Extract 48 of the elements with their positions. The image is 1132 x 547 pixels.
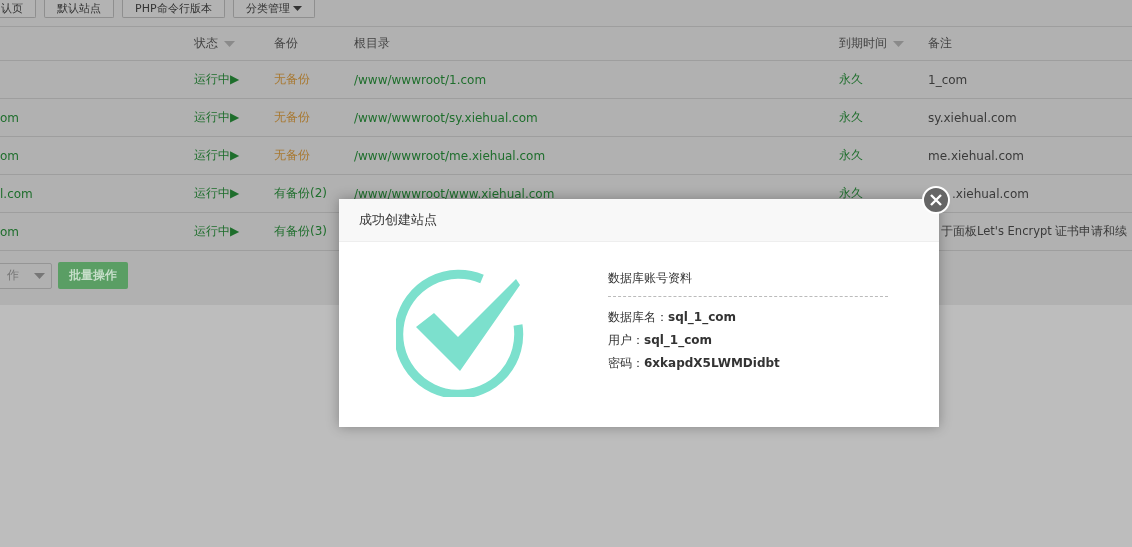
batch-button[interactable]: 批量操作 [58,262,128,289]
toolbar-button[interactable]: 认页 [0,0,36,18]
column-header[interactable]: 到期时间 [839,35,928,52]
dialog-title: 成功创建站点 [359,211,437,229]
note-text[interactable]: 于面板Let's Encrypt 证书申请和续 [941,224,1128,238]
backup-link[interactable]: 有备份(2) [274,186,327,200]
caret-icon [292,6,302,11]
caret-icon [893,40,904,47]
status-link[interactable]: 运行中▶ [194,72,240,86]
backup-link[interactable]: 有备份(3) [274,224,327,238]
root-path-link[interactable]: /www/wwwroot/www.xiehual.com [354,186,555,201]
status-link[interactable]: 运行中▶ [194,148,240,162]
caret-icon [34,272,45,279]
info-line: 密码：6xkapdX5LWMDidbt [608,355,781,372]
info-heading: 数据库账号资料 [608,270,888,297]
column-header[interactable]: 状态 [194,35,274,52]
expiry-text: 永久 [839,148,863,162]
info-line: 数据库名：sql_1_com [608,309,738,327]
site-name[interactable]: l.com [0,186,33,201]
caret-icon [224,40,235,47]
root-path-link[interactable]: /www/wwwroot/me.xiehual.com [354,148,546,163]
expiry-text: 永久 [839,72,863,86]
note-text[interactable]: sy.xiehual.com [928,110,1017,125]
site-name[interactable]: om [0,148,20,163]
site-name[interactable]: om [0,224,20,239]
note-text[interactable]: .xiehual.com [952,186,1029,201]
site-name[interactable]: om [0,110,20,125]
backup-link[interactable]: 无备份 [274,148,310,162]
toolbar-button[interactable]: 分类管理 [232,0,315,18]
status-link[interactable]: 运行中▶ [194,224,240,238]
note-text[interactable]: 1_com [928,72,968,87]
expiry-text: 永久 [839,186,863,200]
expiry-text: 永久 [839,110,863,124]
batch-select[interactable]: 作 [0,262,52,289]
root-path-link[interactable]: /www/wwwroot/1.com [354,72,487,87]
status-link[interactable]: 运行中▶ [194,186,240,200]
backup-link[interactable]: 无备份 [274,72,310,86]
toolbar-button[interactable]: PHP命令行版本 [122,0,225,18]
status-link[interactable]: 运行中▶ [194,110,240,124]
info-line: 用户：sql_1_com [608,332,714,350]
root-path-link[interactable]: /www/wwwroot/sy.xiehual.com [354,110,538,125]
column-header[interactable]: 根目录 [354,35,839,52]
note-text[interactable]: me.xiehual.com [928,148,1025,163]
checkmark-icon [396,267,526,397]
backup-link[interactable]: 无备份 [274,110,310,124]
column-header[interactable]: 备份 [274,35,354,52]
column-header[interactable]: 备注 [928,35,1132,52]
toolbar-button[interactable]: 默认站点 [44,0,114,18]
